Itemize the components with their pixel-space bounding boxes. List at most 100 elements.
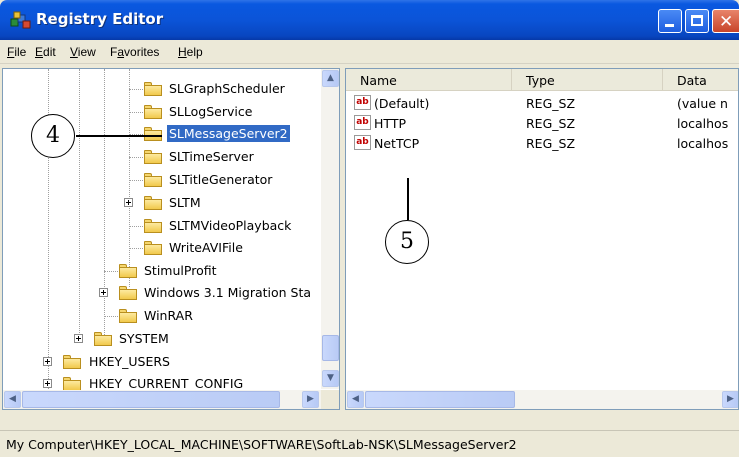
tree-connector	[104, 316, 118, 317]
menu-file-label: ile	[14, 45, 27, 59]
list-item[interactable]: ab (Default) REG_SZ (value n	[346, 93, 738, 113]
column-data-label: Data	[677, 73, 707, 88]
tree-connector	[129, 248, 143, 249]
folder-icon	[63, 355, 81, 369]
tree-item-label: SLTimeServer	[169, 149, 254, 164]
folder-icon	[119, 264, 137, 278]
scroll-left-button[interactable]: ◀	[347, 391, 364, 408]
tree-item[interactable]: SLTitleGenerator	[3, 169, 321, 191]
callout-5-leader	[407, 178, 409, 220]
string-value-icon: ab	[354, 135, 371, 150]
maximize-icon	[691, 15, 703, 26]
expand-plus-icon[interactable]	[74, 334, 83, 343]
tree-horizontal-scrollbar[interactable]: ◀ ▶	[3, 390, 321, 409]
string-value-icon: ab	[354, 95, 371, 110]
tree-item[interactable]: WinRAR	[3, 305, 321, 327]
maximize-button[interactable]	[685, 9, 709, 33]
menu-favorites[interactable]: Favorites	[110, 45, 159, 59]
tree-item-label: HKEY_USERS	[89, 354, 170, 369]
title-bar[interactable]: Registry Editor ✕	[0, 0, 739, 40]
scroll-down-button[interactable]: ▼	[322, 370, 339, 387]
tree-connector	[104, 271, 118, 272]
menu-favorites-label: vorites	[124, 45, 160, 59]
registry-editor-icon	[10, 11, 31, 29]
folder-icon	[94, 332, 112, 346]
tree-item-label: SLMessageServer2	[167, 125, 290, 142]
list-item[interactable]: ab HTTP REG_SZ localhos	[346, 113, 738, 133]
scroll-thumb[interactable]	[365, 391, 515, 408]
column-name[interactable]: Name	[346, 69, 512, 90]
tree-vertical-scrollbar[interactable]: ▲ ▼	[321, 69, 339, 389]
menu-file[interactable]: File	[7, 45, 26, 59]
menu-view-label: iew	[77, 45, 96, 59]
expand-plus-icon[interactable]	[43, 379, 52, 388]
scroll-left-button[interactable]: ◀	[4, 391, 21, 408]
folder-icon	[144, 241, 162, 255]
tree-item[interactable]: SLTM	[3, 192, 321, 214]
value-name: (Default)	[374, 96, 430, 111]
menu-view-accel: V	[70, 45, 78, 59]
column-type[interactable]: Type	[512, 69, 663, 90]
window-title: Registry Editor	[36, 10, 164, 28]
folder-icon	[144, 105, 162, 119]
scroll-right-button[interactable]: ▶	[302, 391, 319, 408]
scroll-up-button[interactable]: ▲	[322, 70, 339, 87]
tree-connector	[129, 226, 143, 227]
column-data[interactable]: Data	[663, 69, 738, 90]
tree-item-label: HKEY_CURRENT_CONFIG	[89, 376, 244, 391]
status-bar: My Computer\HKEY_LOCAL_MACHINE\SOFTWARE\…	[0, 430, 739, 457]
tree-item-label: SLGraphScheduler	[169, 81, 285, 96]
list-item[interactable]: ab NetTCP REG_SZ localhos	[346, 133, 738, 153]
value-name: HTTP	[374, 116, 406, 131]
tree-item[interactable]: SLGraphScheduler	[3, 78, 321, 100]
callout-4-leader	[76, 135, 162, 137]
folder-icon	[144, 219, 162, 233]
menu-view[interactable]: View	[70, 45, 96, 59]
column-name-label: Name	[360, 73, 397, 88]
value-name: NetTCP	[374, 136, 420, 151]
status-path: My Computer\HKEY_LOCAL_MACHINE\SOFTWARE\…	[6, 437, 517, 452]
list-horizontal-scrollbar[interactable]: ◀ ▶	[346, 390, 738, 409]
menu-help[interactable]: Help	[178, 45, 203, 59]
string-value-icon: ab	[354, 115, 371, 130]
scroll-thumb[interactable]	[322, 335, 339, 361]
callout-5: 5	[385, 220, 429, 264]
column-type-label: Type	[526, 73, 555, 88]
scroll-corner	[321, 390, 339, 409]
folder-icon	[144, 82, 162, 96]
scroll-right-button[interactable]: ▶	[722, 391, 738, 408]
scroll-thumb[interactable]	[22, 391, 280, 408]
tree-item[interactable]: WriteAVIFile	[3, 237, 321, 259]
expand-plus-icon[interactable]	[99, 288, 108, 297]
close-button[interactable]: ✕	[712, 9, 739, 33]
tree-item[interactable]: HKEY_USERS	[3, 351, 321, 373]
column-header: Name Type Data	[346, 69, 738, 91]
menu-help-accel: H	[178, 45, 187, 59]
tree-item-label: WinRAR	[144, 308, 193, 323]
callout-4: 4	[31, 114, 75, 158]
minimize-icon	[665, 24, 674, 27]
tree-item[interactable]: SLTMVideoPlayback	[3, 215, 321, 237]
expand-plus-icon[interactable]	[124, 198, 133, 207]
tree-item[interactable]: Windows 3.1 Migration Sta	[3, 282, 321, 304]
menu-bar: File Edit View Favorites Help	[0, 40, 739, 64]
menu-edit[interactable]: Edit	[35, 45, 56, 59]
value-data: (value n	[677, 96, 728, 111]
tree-item-label: SYSTEM	[119, 331, 169, 346]
menu-edit-label: dit	[43, 45, 56, 59]
tree-connector	[129, 180, 143, 181]
tree-item[interactable]: StimulProfit	[3, 260, 321, 282]
tree-item[interactable]: SYSTEM	[3, 328, 321, 350]
folder-icon	[119, 309, 137, 323]
value-type: REG_SZ	[526, 136, 576, 151]
folder-icon	[63, 377, 81, 391]
expand-plus-icon[interactable]	[43, 357, 52, 366]
tree-item-label: SLTM	[169, 195, 201, 210]
tree-connector	[129, 157, 143, 158]
folder-icon	[119, 286, 137, 300]
tree-connector	[129, 112, 143, 113]
minimize-button[interactable]	[658, 9, 682, 33]
tree-item-label: SLTitleGenerator	[169, 172, 273, 187]
value-data: localhos	[677, 116, 729, 131]
open-folder-icon	[144, 127, 162, 141]
